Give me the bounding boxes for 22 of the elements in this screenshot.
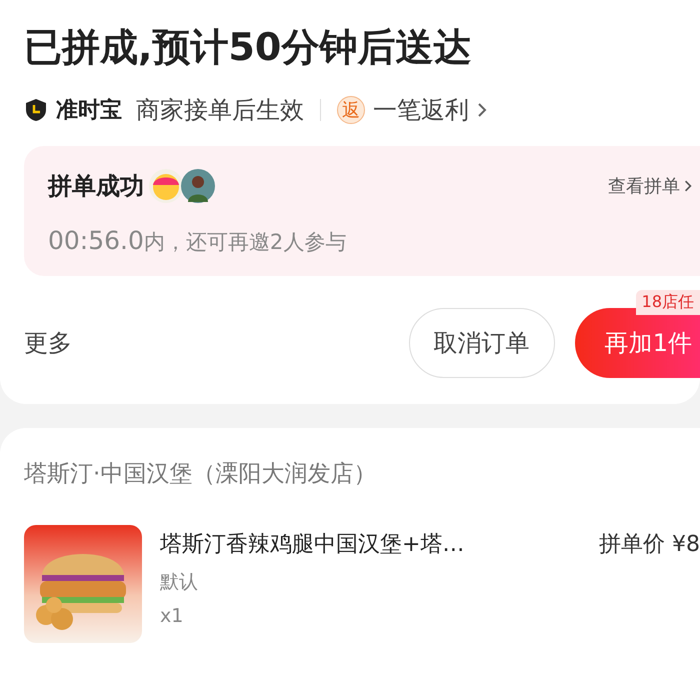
- group-title: 拼单成功: [48, 171, 144, 202]
- countdown-text: 00:56.0内，还可再邀2人参与: [48, 226, 348, 256]
- chevron-right-icon[interactable]: [684, 179, 692, 193]
- cancel-order-button[interactable]: 取消订单: [408, 308, 555, 378]
- store-name: 塔斯汀·中国汉堡（溧阳大润发店）: [24, 460, 378, 489]
- guarantee-note: 商家接单后生效: [136, 95, 304, 126]
- avatar-icon: [180, 168, 216, 204]
- group-price: 拼单价 ¥8: [599, 531, 700, 559]
- guarantee-label: 准时宝: [56, 96, 122, 125]
- product-spec: 默认: [160, 570, 199, 595]
- chevron-right-icon[interactable]: [477, 102, 487, 118]
- more-link[interactable]: 更多: [24, 327, 72, 359]
- product-quantity: x1: [160, 605, 184, 627]
- status-title: 已拼成,预计50分钟后送达: [24, 24, 472, 71]
- promo-badge: 18店任: [636, 290, 700, 315]
- product-name: 塔斯汀香辣鸡腿中国汉堡+塔…: [160, 531, 464, 559]
- rebate-icon: 返: [337, 96, 365, 124]
- shield-clock-icon: [24, 98, 48, 122]
- rebate-link[interactable]: 一笔返利: [373, 94, 469, 126]
- avatar-icon: [148, 168, 184, 204]
- add-one-button[interactable]: 再加1件: [574, 308, 700, 378]
- view-group-link[interactable]: 查看拼单: [608, 174, 680, 198]
